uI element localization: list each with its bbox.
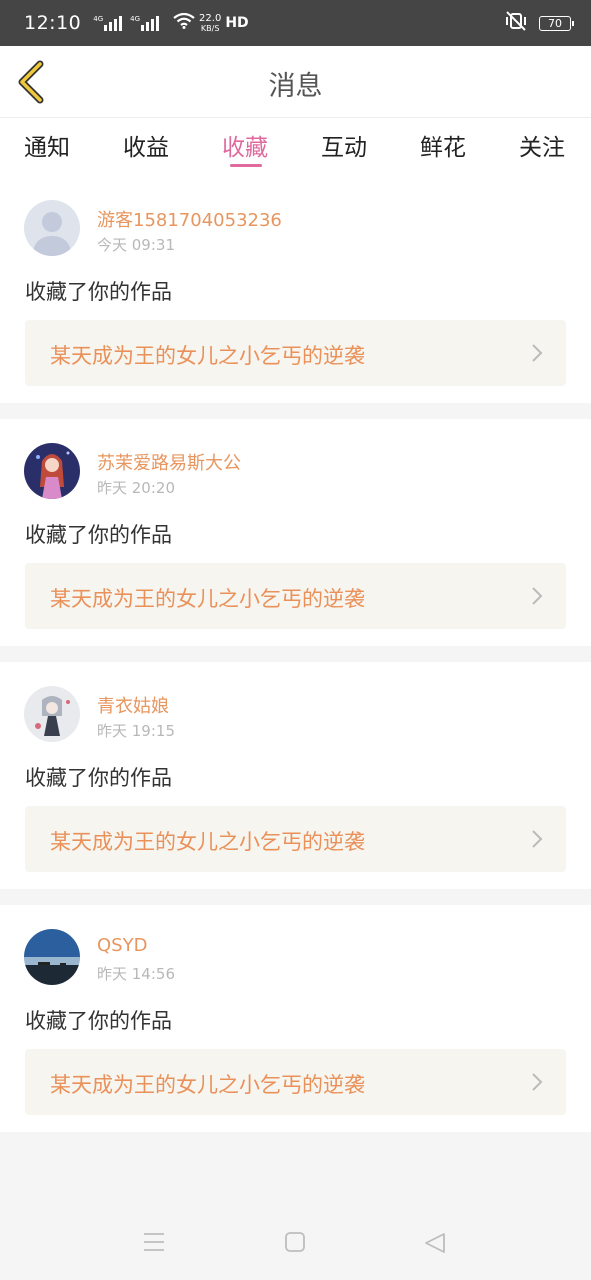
message-action: 收藏了你的作品 — [25, 280, 172, 304]
back-triangle-icon — [425, 1233, 445, 1253]
battery-icon: 70 — [539, 15, 574, 31]
username[interactable]: 游客1581704053236 — [97, 206, 282, 232]
chevron-right-icon — [532, 830, 543, 848]
tab-following[interactable]: 关注 — [519, 128, 565, 162]
tab-earnings[interactable]: 收益 — [123, 128, 169, 162]
wifi-icon — [173, 12, 195, 33]
tab-bar: 通知 收益 收藏 互动 鲜花 关注 — [0, 118, 591, 176]
tab-flowers[interactable]: 鲜花 — [420, 128, 466, 162]
message-time: 昨天 14:56 — [97, 965, 175, 983]
system-nav-bar — [0, 1204, 591, 1280]
active-tab-indicator — [230, 164, 262, 167]
chevron-right-icon — [532, 1073, 543, 1091]
work-link[interactable]: 某天成为王的女儿之小乞丐的逆袭 — [25, 806, 566, 872]
message-time: 今天 09:31 — [97, 236, 175, 254]
message-list: 游客1581704053236 今天 09:31 收藏了你的作品 某天成为王的女… — [0, 176, 591, 1132]
menu-icon — [144, 1233, 164, 1251]
header-bar: 消息 — [0, 46, 591, 118]
message-action: 收藏了你的作品 — [25, 1009, 172, 1033]
anime-girl-avatar — [24, 443, 80, 499]
menu-button[interactable] — [143, 1232, 165, 1256]
avatar[interactable] — [24, 929, 80, 985]
message-time: 昨天 20:20 — [97, 479, 175, 497]
work-link[interactable]: 某天成为王的女儿之小乞丐的逆袭 — [25, 563, 566, 629]
vibrate-mute-icon — [505, 11, 527, 35]
avatar[interactable] — [24, 200, 80, 256]
avatar[interactable] — [24, 686, 80, 742]
status-bar: 12:10 4G 4G 22.0 KB/S HD 70 — [0, 0, 591, 46]
tab-notifications[interactable]: 通知 — [24, 128, 70, 162]
username[interactable]: QSYD — [97, 935, 147, 956]
network-type-label: 4G — [130, 15, 141, 23]
work-title: 某天成为王的女儿之小乞丐的逆袭 — [50, 344, 365, 368]
speed-value: 22.0 — [199, 12, 222, 24]
home-button[interactable] — [285, 1232, 305, 1256]
work-title: 某天成为王的女儿之小乞丐的逆袭 — [50, 830, 365, 854]
username[interactable]: 苏茉爱路易斯大公 — [97, 449, 241, 475]
back-nav-button[interactable] — [424, 1232, 446, 1258]
work-link[interactable]: 某天成为王的女儿之小乞丐的逆袭 — [25, 320, 566, 386]
tab-interactions[interactable]: 互动 — [321, 128, 367, 162]
status-time: 12:10 — [24, 12, 82, 34]
chevron-right-icon — [532, 587, 543, 605]
signal-strength-icon: 4G — [130, 15, 160, 31]
page-title: 消息 — [268, 71, 323, 102]
message-card: QSYD 昨天 14:56 收藏了你的作品 某天成为王的女儿之小乞丐的逆袭 — [0, 905, 591, 1132]
network-type-label: 4G — [93, 15, 104, 23]
message-card: 青衣姑娘 昨天 19:15 收藏了你的作品 某天成为王的女儿之小乞丐的逆袭 — [0, 662, 591, 889]
hd-voice-indicator: HD — [225, 15, 249, 31]
message-time: 昨天 19:15 — [97, 722, 175, 740]
home-square-icon — [285, 1232, 305, 1252]
message-card: 游客1581704053236 今天 09:31 收藏了你的作品 某天成为王的女… — [0, 176, 591, 403]
work-link[interactable]: 某天成为王的女儿之小乞丐的逆袭 — [25, 1049, 566, 1115]
signal-strength-icon: 4G — [93, 15, 123, 31]
anime-character-avatar — [24, 686, 80, 742]
chevron-right-icon — [532, 344, 543, 362]
work-title: 某天成为王的女儿之小乞丐的逆袭 — [50, 1073, 365, 1097]
avatar[interactable] — [24, 443, 80, 499]
username[interactable]: 青衣姑娘 — [97, 692, 169, 718]
battery-level: 70 — [548, 16, 562, 30]
work-title: 某天成为王的女儿之小乞丐的逆袭 — [50, 587, 365, 611]
message-action: 收藏了你的作品 — [25, 523, 172, 547]
network-speed: 22.0 KB/S — [199, 12, 222, 33]
message-card: 苏茉爱路易斯大公 昨天 20:20 收藏了你的作品 某天成为王的女儿之小乞丐的逆… — [0, 419, 591, 646]
message-action: 收藏了你的作品 — [25, 766, 172, 790]
sea-landscape-avatar — [24, 929, 80, 985]
speed-unit: KB/S — [200, 23, 220, 33]
tab-favorites[interactable]: 收藏 — [222, 128, 268, 162]
default-avatar-icon — [24, 200, 80, 256]
